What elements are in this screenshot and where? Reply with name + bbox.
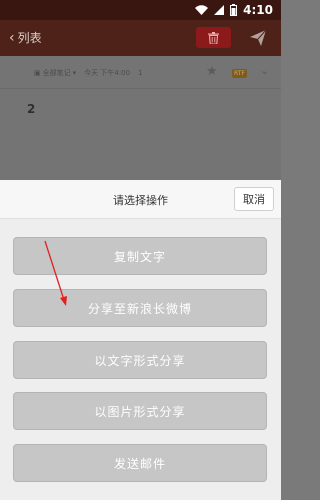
wifi-icon	[195, 5, 209, 15]
share-weibo-button[interactable]: 分享至新浪长微博	[13, 289, 267, 327]
folder-selector[interactable]: ▣ 全部笔记 ▾	[34, 68, 76, 78]
send-email-button[interactable]: 发送邮件	[13, 444, 267, 482]
battery-icon	[230, 4, 238, 16]
back-label: 列表	[17, 31, 42, 45]
note-count: 1	[138, 69, 143, 77]
trash-icon	[208, 31, 219, 44]
star-icon[interactable]: ★	[206, 64, 218, 79]
share-as-image-button[interactable]: 以图片形式分享	[13, 392, 267, 430]
note-area: ▣ 全部笔记 ▾ 今天 下午4:00 1 ★ RTF ⌄ 2	[0, 56, 281, 180]
action-sheet: 请选择操作 取消 复制文字 分享至新浪长微博 以文字形式分享 以图片形式分享 发…	[0, 180, 281, 500]
format-badge[interactable]: RTF	[232, 69, 247, 78]
divider	[0, 88, 281, 89]
status-bar: 4:10	[0, 0, 281, 20]
send-icon[interactable]	[249, 29, 267, 47]
signal-icon	[214, 5, 225, 15]
note-meta: ▣ 全部笔记 ▾ 今天 下午4:00 1	[34, 68, 143, 78]
folder-icon: ▣	[34, 69, 41, 77]
status-icons: 4:10	[195, 3, 273, 17]
delete-button[interactable]	[196, 27, 231, 48]
chevron-left-icon: ‹	[9, 29, 15, 46]
note-time: 今天 下午4:00	[84, 69, 131, 77]
top-bar: ‹ 列表	[0, 20, 281, 56]
share-as-text-button[interactable]: 以文字形式分享	[13, 341, 267, 379]
chevron-down-icon[interactable]: ⌄	[260, 64, 269, 77]
folder-label: 全部笔记	[42, 69, 71, 77]
back-button[interactable]: ‹ 列表	[9, 29, 42, 46]
note-content[interactable]: 2	[27, 102, 35, 116]
cancel-button[interactable]: 取消	[234, 187, 274, 211]
copy-text-button[interactable]: 复制文字	[13, 237, 267, 275]
sheet-header: 请选择操作 取消	[0, 180, 281, 219]
chevron-down-icon: ▾	[72, 69, 77, 77]
status-time: 4:10	[243, 3, 273, 17]
